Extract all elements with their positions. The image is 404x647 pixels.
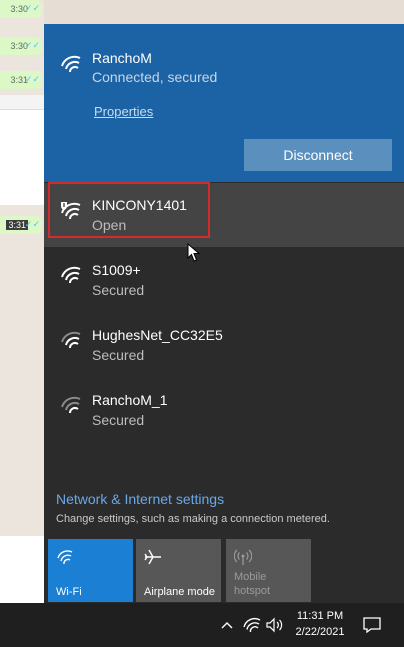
clock-time: 11:31 PM (296, 610, 344, 622)
airplane-mode-tile[interactable]: Airplane mode (136, 539, 221, 602)
chevron-up-icon (221, 622, 233, 629)
network-settings-link[interactable]: Network & Internet settings (56, 491, 224, 507)
airplane-icon (144, 549, 161, 565)
chat-bubble: 3:31 ✓✓ (0, 71, 42, 89)
notifications-icon (363, 617, 381, 633)
properties-link[interactable]: Properties (94, 104, 153, 119)
connected-network[interactable]: RanchoM Connected, secured Properties Di… (44, 24, 404, 182)
wifi-signal-icon (61, 331, 81, 349)
network-item-ranchom-1[interactable]: RanchoM_1 Secured (44, 377, 404, 441)
network-status: Secured (92, 347, 145, 363)
tile-label: Mobile hotspot (234, 571, 271, 597)
hotspot-icon (234, 549, 252, 565)
mobile-hotspot-tile[interactable]: Mobile hotspot (226, 539, 311, 602)
action-center-button[interactable] (358, 603, 386, 647)
read-receipt-icon: ✓✓ (24, 3, 40, 13)
wifi-secured-icon (61, 55, 81, 73)
network-name: RanchoM_1 (92, 392, 168, 408)
chat-bubble: 3:30 ✓✓ (0, 0, 42, 18)
tile-label: Airplane mode (144, 586, 215, 598)
network-settings-description: Change settings, such as making a connec… (56, 513, 330, 525)
background-app: 3:30 ✓✓ 3:30 ✓✓ 3:31 ✓✓ 3:31 ✓✓ (0, 0, 44, 603)
taskbar: 11:31 PM 2/22/2021 (0, 603, 404, 647)
network-flyout: RanchoM Connected, secured Properties Di… (44, 24, 404, 603)
wifi-icon (243, 617, 261, 633)
network-name: HughesNet_CC32E5 (92, 327, 223, 343)
clock-date: 2/22/2021 (295, 626, 345, 638)
network-status: Secured (92, 282, 145, 298)
tile-label: Wi-Fi (56, 586, 82, 598)
show-hidden-icons-button[interactable] (216, 603, 238, 647)
read-receipt-icon: ✓✓ (24, 219, 40, 229)
chat-bubble: 3:30 ✓✓ (0, 37, 42, 55)
disconnect-button[interactable]: Disconnect (244, 139, 392, 171)
wifi-icon (57, 550, 73, 565)
chat-bubble: 3:31 ✓✓ (0, 216, 42, 234)
embedded-panel (0, 95, 44, 205)
clock[interactable]: 11:31 PM 2/22/2021 (284, 608, 356, 640)
volume-button[interactable] (264, 603, 286, 647)
read-receipt-icon: ✓✓ (24, 74, 40, 84)
network-item-hughesnet[interactable]: HughesNet_CC32E5 Secured (44, 312, 404, 376)
read-receipt-icon: ✓✓ (24, 40, 40, 50)
connected-network-name: RanchoM (92, 50, 152, 66)
panel-toolbar (0, 95, 44, 110)
highlight-annotation-box (48, 182, 210, 238)
network-item-s1009plus[interactable]: S1009+ Secured (44, 247, 404, 311)
network-name: S1009+ (92, 262, 141, 278)
wifi-toggle-tile[interactable]: Wi-Fi (48, 539, 133, 602)
wifi-signal-icon (61, 266, 81, 284)
wifi-signal-icon (61, 396, 81, 414)
network-status: Secured (92, 412, 145, 428)
speaker-icon (266, 617, 283, 633)
chat-panel-bottom (0, 536, 44, 603)
connected-network-status: Connected, secured (92, 69, 218, 85)
network-tray-button[interactable] (240, 603, 264, 647)
